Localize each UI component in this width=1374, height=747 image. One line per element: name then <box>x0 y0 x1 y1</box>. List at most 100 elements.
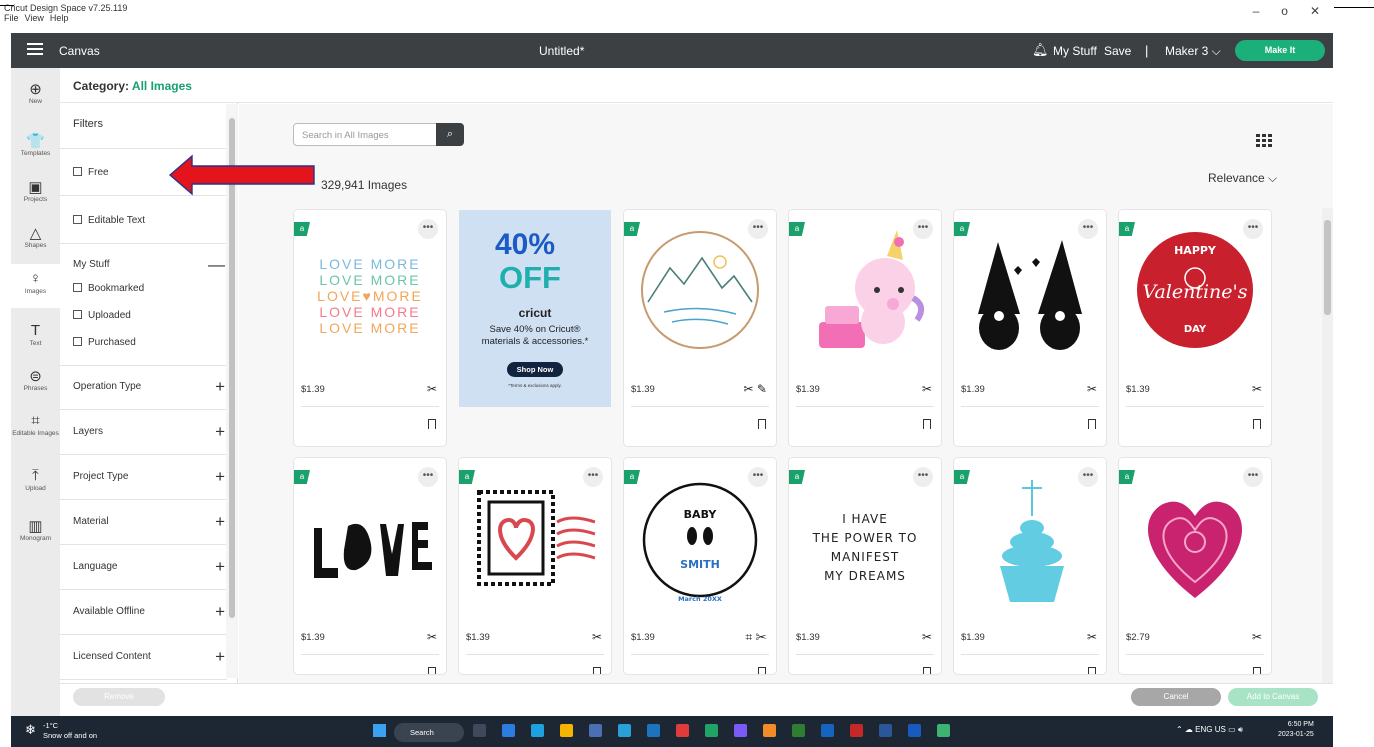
save-button[interactable]: Save <box>1104 44 1131 58</box>
taskbar-app-icon[interactable] <box>850 724 863 737</box>
taskbar-app-icon[interactable] <box>647 724 660 737</box>
my-stuff-link[interactable]: My Stuff <box>1053 44 1097 58</box>
bookmark-icon[interactable] <box>758 667 766 674</box>
image-card-baby-smith[interactable]: BABY SMITH March 20XX a ••• $1.39 ⌗ ✂ <box>624 458 776 674</box>
menu-file[interactable]: File <box>4 13 19 23</box>
system-tray[interactable]: ⌃ ☁ ENG US ▭ 🔊︎ <box>1176 725 1243 735</box>
minimize-button[interactable]: – <box>1253 4 1260 18</box>
bookmark-icon[interactable] <box>428 419 436 429</box>
taskbar-app-icon[interactable] <box>937 724 950 737</box>
image-card-love-more[interactable]: LOVE MORE LOVE MORE LOVE♥MORE LOVE MORE LOVE… <box>294 210 446 446</box>
taskbar-app-icon[interactable] <box>560 724 573 737</box>
bookmark-icon[interactable] <box>923 419 931 429</box>
image-card-heart-stamp[interactable]: a ••• $1.39 ✂ <box>459 458 611 674</box>
header-separator: | <box>1145 43 1149 58</box>
image-card-cupcake[interactable]: a ••• $1.39 ✂ <box>954 458 1106 674</box>
search-input[interactable]: Search in All Images <box>293 123 437 146</box>
sort-dropdown[interactable]: Relevance ⌵ <box>1208 171 1277 186</box>
add-to-canvas-button[interactable]: Add to Canvas <box>1228 688 1318 706</box>
checkbox[interactable] <box>73 337 82 346</box>
taskbar-app-icon[interactable] <box>502 724 515 737</box>
rail-phrases[interactable]: ⊜ Phrases <box>11 361 60 405</box>
windows-start-icon[interactable] <box>373 724 386 737</box>
promo-banner[interactable]: 40% OFF cricut Save 40% on Cricut® material… <box>459 210 611 407</box>
image-card-unicorn-cake[interactable]: a ••• $1.39 ✂ <box>789 210 941 446</box>
bell-icon[interactable]: 🔔︎ <box>1032 42 1049 58</box>
cancel-button[interactable]: Cancel <box>1131 688 1221 706</box>
search-icon[interactable]: ⌕ <box>436 123 464 146</box>
machine-select[interactable]: Maker 3 ⌵ <box>1165 44 1221 59</box>
rail-text[interactable]: T Text <box>11 316 60 360</box>
image-card-manifest-dreams[interactable]: I HAVE THE POWER TO MANIFEST MY DREAMS a ••• $… <box>789 458 941 674</box>
checkbox[interactable] <box>73 167 82 176</box>
price-label: $1.39 <box>796 632 820 643</box>
main-scrollbar[interactable] <box>1322 208 1333 684</box>
more-options-icon[interactable]: ••• <box>913 219 933 239</box>
promo-text: Save 40% on Cricut® materials & accessor… <box>481 324 589 347</box>
taskbar-app-icon[interactable] <box>531 724 544 737</box>
art-text: LOVE MORE <box>319 256 421 272</box>
bookmark-icon[interactable] <box>923 667 931 674</box>
bookmark-icon[interactable] <box>1088 667 1096 674</box>
image-card-gnomes[interactable]: a ••• $1.39 ✂ <box>954 210 1106 446</box>
more-options-icon[interactable]: ••• <box>1078 219 1098 239</box>
bookmark-icon[interactable] <box>1253 419 1261 429</box>
bookmark-icon[interactable] <box>428 667 436 674</box>
rail-editable-images[interactable]: ⌗ Editable Images <box>11 406 60 454</box>
bookmark-icon[interactable] <box>1088 419 1096 429</box>
cut-operation-icon: ✂ <box>1251 630 1262 644</box>
app-title: Cricut Design Space v7.25.119 <box>4 3 128 13</box>
close-button[interactable]: ✕ <box>1310 4 1320 18</box>
image-card-happy-valentines-day[interactable]: HAPPY Valentine's DAY a ••• $1.39 ✂ <box>1119 210 1271 446</box>
more-options-icon[interactable]: ••• <box>1078 467 1098 487</box>
rail-upload[interactable]: ⤒ Upload <box>11 461 60 505</box>
menu-help[interactable]: Help <box>50 13 69 23</box>
rail-shapes[interactable]: △ Shapes <box>11 218 60 262</box>
checkbox[interactable] <box>73 215 82 224</box>
more-options-icon[interactable]: ••• <box>583 467 603 487</box>
menu-view[interactable]: View <box>25 13 44 23</box>
more-options-icon[interactable]: ••• <box>1243 219 1263 239</box>
more-options-icon[interactable]: ••• <box>1243 467 1263 487</box>
taskbar-app-icon[interactable] <box>908 724 921 737</box>
rail-projects[interactable]: ▣ Projects <box>11 172 60 216</box>
checkbox[interactable] <box>73 310 82 319</box>
rail-images[interactable]: ♀ Images <box>11 264 60 308</box>
more-options-icon[interactable]: ••• <box>418 467 438 487</box>
more-options-icon[interactable]: ••• <box>913 467 933 487</box>
taskbar-app-icon[interactable] <box>763 724 776 737</box>
image-card-mountain-landscape[interactable]: a ••• $1.39 ✂ ✎ <box>624 210 776 446</box>
taskbar-app-icon[interactable] <box>821 724 834 737</box>
taskbar-app-icon[interactable] <box>879 724 892 737</box>
image-card-sign-language-love[interactable]: a ••• $1.39 ✂ <box>294 458 446 674</box>
hamburger-menu-icon[interactable] <box>27 43 43 55</box>
more-options-icon[interactable]: ••• <box>748 467 768 487</box>
taskbar-app-icon[interactable] <box>473 724 486 737</box>
rail-templates[interactable]: 👕 Templates <box>11 126 60 170</box>
taskbar-app-icon[interactable] <box>734 724 747 737</box>
more-options-icon[interactable]: ••• <box>418 219 438 239</box>
grid-view-icon[interactable] <box>1256 134 1272 148</box>
weather-widget[interactable]: -1°C Snow off and on <box>43 721 97 741</box>
taskbar-search[interactable]: Search <box>394 723 464 742</box>
image-card-mandala-heart[interactable]: a ••• $2.79 ✂ <box>1119 458 1271 674</box>
checkbox[interactable] <box>73 283 82 292</box>
taskbar-app-icon[interactable] <box>676 724 689 737</box>
taskbar-app-icon[interactable] <box>618 724 631 737</box>
weather-icon[interactable]: ❄ <box>25 722 36 738</box>
bookmark-icon[interactable] <box>593 667 601 674</box>
rail-new[interactable]: ⊕ New <box>11 74 60 118</box>
bookmark-icon[interactable] <box>1253 667 1261 674</box>
taskbar-app-icon[interactable] <box>705 724 718 737</box>
bookmark-icon[interactable] <box>758 419 766 429</box>
maximize-button[interactable]: o <box>1281 4 1288 18</box>
rail-label: Editable Images <box>12 430 59 437</box>
taskbar-app-icon[interactable] <box>589 724 602 737</box>
make-it-button[interactable]: Make It <box>1235 40 1325 61</box>
clock[interactable]: 6:50 PM 2023-01-25 <box>1278 720 1314 740</box>
more-options-icon[interactable]: ••• <box>748 219 768 239</box>
taskbar-app-icon[interactable] <box>792 724 805 737</box>
shop-now-button[interactable]: Shop Now <box>507 362 563 377</box>
remove-button[interactable]: Remove <box>73 688 165 706</box>
rail-monogram[interactable]: ▥ Monogram <box>11 511 60 555</box>
